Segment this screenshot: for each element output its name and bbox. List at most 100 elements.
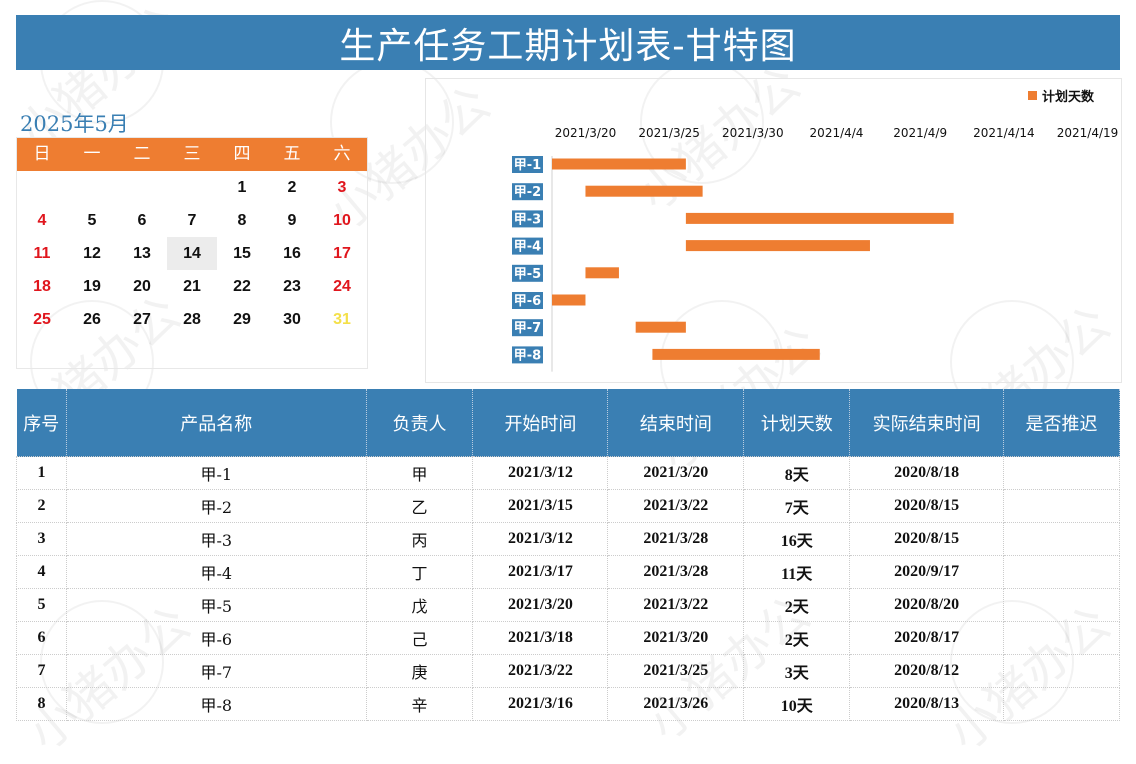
cell-start[interactable]: 2021/3/12	[472, 456, 609, 490]
cell-end[interactable]: 2021/3/22	[607, 489, 745, 523]
calendar-day[interactable]: 22	[217, 270, 267, 303]
col-header-actual-end[interactable]: 实际结束时间	[849, 389, 1005, 457]
cell-owner[interactable]: 丁	[365, 555, 474, 589]
cell-product[interactable]: 甲-2	[65, 489, 367, 523]
cell-start[interactable]: 2021/3/17	[472, 555, 609, 589]
col-header-delayed[interactable]: 是否推迟	[1003, 389, 1120, 457]
col-header-product[interactable]: 产品名称	[66, 389, 367, 457]
cell-index[interactable]: 5	[16, 588, 67, 622]
cell-index[interactable]: 3	[16, 522, 67, 556]
cell-start[interactable]: 2021/3/18	[472, 621, 609, 655]
calendar-day[interactable]: 4	[17, 204, 67, 237]
cell-product[interactable]: 甲-1	[65, 456, 367, 490]
col-header-end[interactable]: 结束时间	[607, 389, 745, 457]
cell-product[interactable]: 甲-8	[65, 687, 367, 721]
cell-delayed[interactable]	[1003, 555, 1120, 589]
cell-end[interactable]: 2021/3/20	[607, 621, 745, 655]
cell-owner[interactable]: 丙	[365, 522, 474, 556]
cell-product[interactable]: 甲-4	[65, 555, 367, 589]
cell-planned-days[interactable]: 16天	[743, 522, 851, 556]
cell-delayed[interactable]	[1003, 456, 1120, 490]
calendar-day[interactable]: 1	[217, 171, 267, 204]
cell-planned-days[interactable]: 11天	[743, 555, 851, 589]
cell-product[interactable]: 甲-5	[65, 588, 367, 622]
col-header-start[interactable]: 开始时间	[472, 389, 609, 457]
cell-delayed[interactable]	[1003, 621, 1120, 655]
cell-start[interactable]: 2021/3/15	[472, 489, 609, 523]
cell-owner[interactable]: 戊	[365, 588, 474, 622]
cell-product[interactable]: 甲-7	[65, 654, 367, 688]
cell-index[interactable]: 4	[16, 555, 67, 589]
cell-actual-end[interactable]: 2020/8/12	[849, 654, 1005, 688]
calendar-day[interactable]: 10	[317, 204, 367, 237]
cell-planned-days[interactable]: 3天	[743, 654, 851, 688]
calendar-day[interactable]: 13	[117, 237, 167, 270]
calendar-day[interactable]: 17	[317, 237, 367, 270]
cell-end[interactable]: 2021/3/20	[607, 456, 745, 490]
col-header-planned-days[interactable]: 计划天数	[743, 389, 851, 457]
calendar-day[interactable]: 6	[117, 204, 167, 237]
cell-delayed[interactable]	[1003, 522, 1120, 556]
cell-start[interactable]: 2021/3/16	[472, 687, 609, 721]
calendar-day[interactable]: 15	[217, 237, 267, 270]
cell-end[interactable]: 2021/3/25	[607, 654, 745, 688]
calendar-day[interactable]: 30	[267, 303, 317, 336]
cell-actual-end[interactable]: 2020/8/15	[849, 489, 1005, 523]
cell-index[interactable]: 7	[16, 654, 67, 688]
cell-planned-days[interactable]: 2天	[743, 621, 851, 655]
cell-actual-end[interactable]: 2020/8/17	[849, 621, 1005, 655]
cell-end[interactable]: 2021/3/28	[607, 522, 745, 556]
cell-end[interactable]: 2021/3/22	[607, 588, 745, 622]
calendar-day[interactable]: 14	[167, 237, 217, 270]
cell-delayed[interactable]	[1003, 588, 1120, 622]
cell-actual-end[interactable]: 2020/9/17	[849, 555, 1005, 589]
cell-product[interactable]: 甲-3	[65, 522, 367, 556]
cell-planned-days[interactable]: 10天	[743, 687, 851, 721]
cell-actual-end[interactable]: 2020/8/20	[849, 588, 1005, 622]
cell-delayed[interactable]	[1003, 687, 1120, 721]
col-header-owner[interactable]: 负责人	[366, 389, 474, 457]
cell-start[interactable]: 2021/3/12	[472, 522, 609, 556]
calendar-day[interactable]: 27	[117, 303, 167, 336]
cell-owner[interactable]: 庚	[365, 654, 474, 688]
calendar-day[interactable]: 25	[17, 303, 67, 336]
cell-owner[interactable]: 辛	[365, 687, 474, 721]
calendar-day[interactable]: 11	[17, 237, 67, 270]
cell-end[interactable]: 2021/3/28	[607, 555, 745, 589]
calendar-day[interactable]: 8	[217, 204, 267, 237]
cell-start[interactable]: 2021/3/20	[472, 588, 609, 622]
calendar-day[interactable]: 26	[67, 303, 117, 336]
cell-delayed[interactable]	[1003, 654, 1120, 688]
cell-index[interactable]: 1	[16, 456, 67, 490]
calendar-day[interactable]: 16	[267, 237, 317, 270]
cell-planned-days[interactable]: 2天	[743, 588, 851, 622]
cell-owner[interactable]: 甲	[365, 456, 474, 490]
cell-owner[interactable]: 乙	[365, 489, 474, 523]
calendar-day[interactable]: 5	[67, 204, 117, 237]
cell-actual-end[interactable]: 2020/8/18	[849, 456, 1005, 490]
cell-owner[interactable]: 己	[365, 621, 474, 655]
calendar-day[interactable]: 31	[317, 303, 367, 336]
cell-planned-days[interactable]: 8天	[743, 456, 851, 490]
calendar-day[interactable]: 28	[167, 303, 217, 336]
cell-planned-days[interactable]: 7天	[743, 489, 851, 523]
calendar-day[interactable]: 12	[67, 237, 117, 270]
calendar-day[interactable]: 2	[267, 171, 317, 204]
calendar-day[interactable]: 7	[167, 204, 217, 237]
cell-end[interactable]: 2021/3/26	[607, 687, 745, 721]
calendar-day[interactable]: 29	[217, 303, 267, 336]
col-header-index[interactable]: 序号	[16, 389, 67, 457]
cell-index[interactable]: 8	[16, 687, 67, 721]
cell-product[interactable]: 甲-6	[65, 621, 367, 655]
cell-actual-end[interactable]: 2020/8/15	[849, 522, 1005, 556]
calendar-day[interactable]: 18	[17, 270, 67, 303]
cell-start[interactable]: 2021/3/22	[472, 654, 609, 688]
cell-delayed[interactable]	[1003, 489, 1120, 523]
cell-index[interactable]: 2	[16, 489, 67, 523]
calendar-day[interactable]: 23	[267, 270, 317, 303]
calendar-day[interactable]: 3	[317, 171, 367, 204]
calendar-day[interactable]: 21	[167, 270, 217, 303]
calendar-day[interactable]: 19	[67, 270, 117, 303]
cell-index[interactable]: 6	[16, 621, 67, 655]
calendar-day[interactable]: 24	[317, 270, 367, 303]
